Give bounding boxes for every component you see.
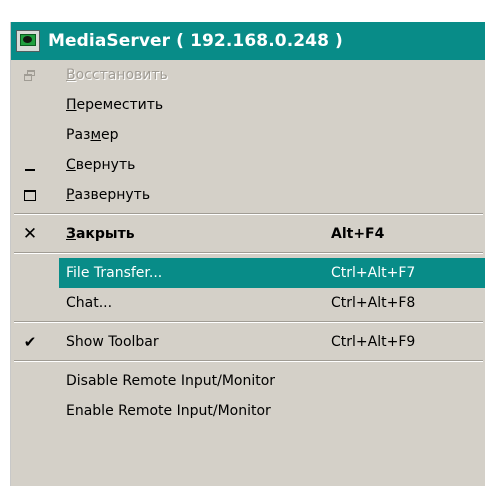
menu-item-label: Show Toolbar xyxy=(66,334,159,350)
menu-item-label: Свернуть xyxy=(66,157,136,173)
menu-item-icon-slot: ✔ xyxy=(11,327,49,357)
menu-item-label: Восстановить xyxy=(66,67,168,83)
close-icon: ✕ xyxy=(22,223,38,244)
menu-item-icon-slot xyxy=(11,60,49,90)
menu-item-show-toolbar[interactable]: ✔ Show Toolbar Ctrl+Alt+F9 xyxy=(11,327,485,357)
menu-item-label: File Transfer... xyxy=(66,265,163,281)
restore-icon xyxy=(24,69,36,81)
menu-item-icon-slot: ✕ xyxy=(11,219,49,249)
system-menu: Восстановить Переместить Размер Свернуть xyxy=(11,60,485,426)
menu-item-label: Развернуть xyxy=(66,187,151,203)
menu-item-shortcut: Alt+F4 xyxy=(331,226,385,242)
menu-item-shortcut: Ctrl+Alt+F9 xyxy=(331,334,416,350)
menu-item-file-transfer[interactable]: File Transfer... Ctrl+Alt+F7 xyxy=(59,258,485,288)
app-icon-eye xyxy=(23,36,32,43)
menu-item-icon-slot xyxy=(11,180,49,210)
menu-separator xyxy=(11,210,485,219)
menu-separator xyxy=(11,357,485,366)
menu-item-chat[interactable]: Chat... Ctrl+Alt+F8 xyxy=(11,288,485,318)
menu-item-close[interactable]: ✕ Закрыть Alt+F4 xyxy=(11,219,485,249)
menu-item-label: Переместить xyxy=(66,97,164,113)
page: MediaServer ( 192.168.0.248 ) Восстанови… xyxy=(0,0,485,486)
app-icon[interactable] xyxy=(16,30,40,52)
menu-item-icon-slot xyxy=(11,366,49,396)
menu-item-restore[interactable]: Восстановить xyxy=(11,60,485,90)
maximize-icon xyxy=(24,189,36,201)
check-icon: ✔ xyxy=(23,333,37,351)
menu-item-move[interactable]: Переместить xyxy=(11,90,485,120)
menu-item-icon-slot xyxy=(11,120,49,150)
menu-item-icon-slot xyxy=(11,150,49,180)
menu-item-icon-slot xyxy=(11,288,49,318)
menu-item-shortcut: Ctrl+Alt+F7 xyxy=(331,265,416,281)
menu-item-label: Disable Remote Input/Monitor xyxy=(66,373,276,389)
title-bar[interactable]: MediaServer ( 192.168.0.248 ) xyxy=(11,22,485,60)
menu-item-maximize[interactable]: Развернуть xyxy=(11,180,485,210)
menu-item-shortcut: Ctrl+Alt+F8 xyxy=(331,295,416,311)
menu-item-icon-slot xyxy=(11,396,49,426)
minimize-icon xyxy=(25,168,35,171)
menu-item-disable-remote-input[interactable]: Disable Remote Input/Monitor xyxy=(11,366,485,396)
menu-item-size[interactable]: Размер xyxy=(11,120,485,150)
menu-item-icon-slot xyxy=(11,90,49,120)
menu-item-label: Chat... xyxy=(66,295,113,311)
system-menu-window: MediaServer ( 192.168.0.248 ) Восстанови… xyxy=(10,22,485,486)
menu-separator xyxy=(11,318,485,327)
menu-item-enable-remote-input[interactable]: Enable Remote Input/Monitor xyxy=(11,396,485,426)
menu-item-minimize[interactable]: Свернуть xyxy=(11,150,485,180)
window-title: MediaServer ( 192.168.0.248 ) xyxy=(48,31,343,51)
menu-item-label: Закрыть xyxy=(66,226,135,242)
menu-item-label: Enable Remote Input/Monitor xyxy=(66,403,271,419)
menu-item-label: Размер xyxy=(66,127,119,143)
menu-separator xyxy=(11,249,485,258)
